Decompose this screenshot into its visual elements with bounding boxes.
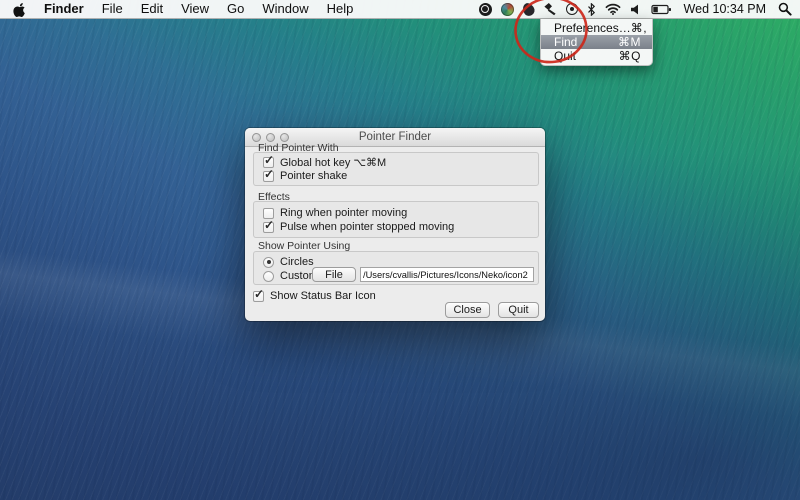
checkbox[interactable]: ✓ — [263, 222, 274, 233]
menu-bar-left: Finder File Edit View Go Window Help — [0, 0, 362, 18]
colored-app-status-icon[interactable] — [501, 3, 514, 16]
checkbox-row-ring-when-moving[interactable]: ✓ Ring when pointer moving — [263, 207, 407, 219]
radio-button[interactable] — [263, 271, 274, 282]
checkbox[interactable]: ✓ — [253, 291, 264, 302]
file-button[interactable]: File — [312, 267, 356, 282]
menu-bar-clock[interactable]: Wed 10:34 PM — [681, 2, 769, 16]
checkbox-label: Pointer shake — [280, 170, 347, 182]
traffic-lights — [252, 133, 289, 142]
menu-view[interactable]: View — [172, 0, 218, 18]
menu-file[interactable]: File — [93, 0, 132, 18]
battery-icon[interactable] — [651, 4, 672, 15]
menu-item-shortcut: ⌘M — [618, 35, 641, 49]
volume-icon[interactable] — [630, 4, 642, 15]
apple-logo-icon — [13, 2, 26, 17]
checkbox-label: Pulse when pointer stopped moving — [280, 221, 454, 233]
menu-item-shortcut: ⌘Q — [619, 49, 641, 63]
checkbox-label: Global hot key ⌥⌘M — [280, 156, 386, 169]
checkbox-row-show-status-bar-icon[interactable]: ✓ Show Status Bar Icon — [253, 290, 376, 302]
checkbox-row-pulse-when-stopped[interactable]: ✓ Pulse when pointer stopped moving — [263, 221, 454, 233]
checkbox[interactable]: ✓ — [263, 171, 274, 182]
menu-item-preferences[interactable]: Preferences… ⌘, — [541, 21, 652, 35]
menu-help[interactable]: Help — [318, 0, 363, 18]
zoom-window-button[interactable] — [280, 133, 289, 142]
menu-item-shortcut: ⌘, — [631, 21, 647, 35]
dark-app-status-icon[interactable] — [520, 1, 536, 18]
minimize-window-button[interactable] — [266, 133, 275, 142]
close-window-button[interactable] — [252, 133, 261, 142]
menu-item-label: Preferences… — [554, 21, 631, 35]
pointer-finder-window: Pointer Finder Find Pointer With ✓ Globa… — [245, 128, 545, 321]
checkbox-label: Ring when pointer moving — [280, 207, 407, 219]
radio-row-custom[interactable]: Custom — [263, 270, 318, 282]
menu-finder[interactable]: Finder — [35, 0, 93, 18]
menu-window[interactable]: Window — [253, 0, 317, 18]
record-target-icon[interactable] — [566, 3, 578, 15]
checkmark-icon: ✓ — [264, 167, 274, 181]
radio-dot-icon — [267, 260, 271, 264]
checkmark-icon: ✓ — [264, 218, 274, 232]
menu-go[interactable]: Go — [218, 0, 253, 18]
checkbox-label: Show Status Bar Icon — [270, 290, 376, 302]
pointer-finder-status-icon[interactable] — [479, 3, 492, 16]
radio-label: Circles — [280, 256, 314, 268]
custom-icon-path-field[interactable] — [360, 267, 534, 282]
flashlight-icon[interactable] — [543, 2, 557, 16]
menu-item-label: Quit — [554, 49, 576, 63]
radio-button[interactable] — [263, 257, 274, 268]
menu-item-label: Find — [554, 35, 577, 49]
menu-item-quit[interactable]: Quit ⌘Q — [541, 49, 652, 63]
checkmark-icon: ✓ — [254, 287, 264, 301]
quit-button[interactable]: Quit — [498, 302, 539, 318]
checkbox-row-pointer-shake[interactable]: ✓ Pointer shake — [263, 170, 347, 182]
bluetooth-icon[interactable] — [587, 3, 596, 16]
wifi-icon[interactable] — [605, 3, 621, 15]
spotlight-search-icon[interactable] — [778, 2, 792, 16]
close-button[interactable]: Close — [445, 302, 490, 318]
apple-menu[interactable] — [0, 0, 35, 18]
menu-bar: Finder File Edit View Go Window Help — [0, 0, 800, 19]
menu-item-find[interactable]: Find ⌘M — [541, 35, 652, 49]
checkmark-icon: ✓ — [264, 153, 274, 167]
radio-row-circles[interactable]: Circles — [263, 256, 314, 268]
desktop: Finder File Edit View Go Window Help — [0, 0, 800, 500]
status-item-menu: Preferences… ⌘, Find ⌘M Quit ⌘Q — [540, 19, 653, 66]
checkbox-row-global-hot-key[interactable]: ✓ Global hot key ⌥⌘M — [263, 156, 386, 169]
menu-edit[interactable]: Edit — [132, 0, 172, 18]
menu-bar-status-area: Wed 10:34 PM — [479, 0, 800, 18]
